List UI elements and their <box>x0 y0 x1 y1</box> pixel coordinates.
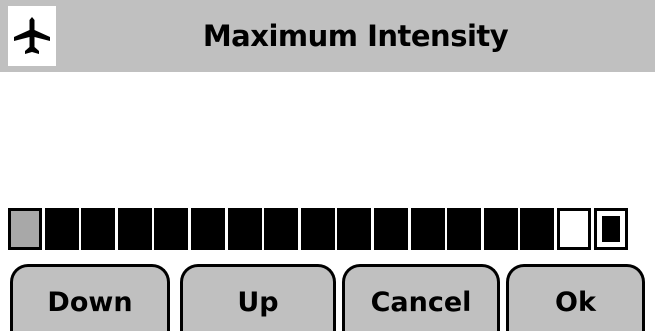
intensity-segment-filled <box>484 208 518 250</box>
softkey-down-button[interactable]: Down <box>10 264 170 331</box>
phone-screen: Maximum Intensity Down Up Cancel Ok <box>0 0 655 331</box>
title-bar: Maximum Intensity <box>0 0 655 72</box>
intensity-segment-filled <box>447 208 481 250</box>
page-title: Maximum Intensity <box>202 19 509 53</box>
intensity-segment-filled <box>154 208 188 250</box>
softkey-cancel-button[interactable]: Cancel <box>342 264 500 331</box>
intensity-segment-filled <box>191 208 225 250</box>
title-icon-box <box>8 6 56 66</box>
softkey-ok-button[interactable]: Ok <box>506 264 645 331</box>
intensity-segment-current <box>8 208 42 250</box>
intensity-segment-filled <box>45 208 79 250</box>
intensity-segment-filled <box>411 208 445 250</box>
intensity-segment-empty <box>557 208 591 250</box>
intensity-segment-end <box>594 208 628 250</box>
softkey-bar: Down Up Cancel Ok <box>0 264 655 331</box>
intensity-segment-filled <box>118 208 152 250</box>
intensity-level-bar[interactable] <box>8 208 633 250</box>
intensity-segment-filled <box>228 208 262 250</box>
intensity-segment-filled <box>81 208 115 250</box>
intensity-segment-filled <box>264 208 298 250</box>
intensity-segment-filled <box>301 208 335 250</box>
intensity-segment-filled <box>374 208 408 250</box>
intensity-segment-filled <box>337 208 371 250</box>
airplane-icon <box>14 17 50 54</box>
intensity-segment-filled <box>520 208 554 250</box>
softkey-up-button[interactable]: Up <box>180 264 336 331</box>
